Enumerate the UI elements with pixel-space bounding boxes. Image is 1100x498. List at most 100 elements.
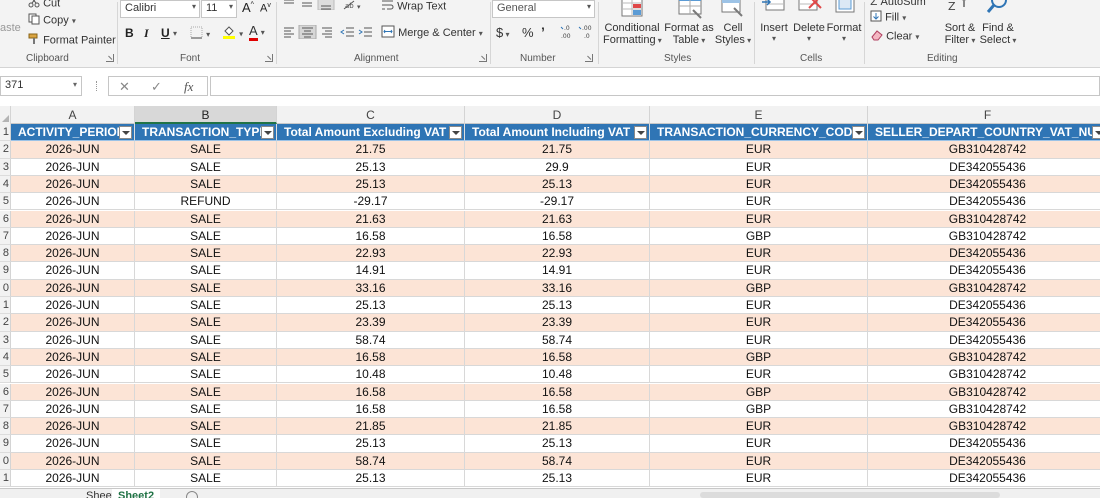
cell-a[interactable]: 2026-JUN: [11, 158, 135, 176]
filter-dropdown-icon[interactable]: [634, 126, 647, 139]
cell-d[interactable]: 25.13: [465, 175, 650, 194]
cell-e[interactable]: EUR: [650, 158, 868, 176]
cell-e[interactable]: EUR: [650, 366, 868, 384]
cell-a[interactable]: 2026-JUN: [11, 193, 135, 211]
cell-a[interactable]: 2026-JUN: [11, 418, 135, 436]
align-top-buttons[interactable]: [282, 0, 336, 13]
cell-c[interactable]: 25.13: [277, 435, 465, 453]
cell-c[interactable]: 16.58: [277, 400, 465, 419]
cell-f[interactable]: DE342055436: [868, 158, 1100, 176]
row-header[interactable]: 9: [0, 435, 11, 453]
row-header[interactable]: 5: [0, 193, 11, 211]
cell-a[interactable]: 2026-JUN: [11, 331, 135, 349]
cell-d[interactable]: 16.58: [465, 227, 650, 246]
find-select-button[interactable]: Find & Select ▾: [978, 22, 1018, 46]
cell-e[interactable]: GBP: [650, 383, 868, 401]
underline-button[interactable]: U: [161, 26, 170, 40]
cell-e[interactable]: EUR: [650, 470, 868, 488]
currency-button[interactable]: $ ▾: [496, 25, 509, 40]
row-header[interactable]: 3: [0, 158, 11, 176]
paste-button[interactable]: aste: [0, 22, 21, 34]
column-header-c[interactable]: C: [277, 106, 465, 124]
header-cell-f[interactable]: SELLER_DEPART_COUNTRY_VAT_NUMBER: [868, 124, 1100, 142]
cell-f[interactable]: GB310428742: [868, 210, 1100, 228]
cell-b[interactable]: SALE: [135, 470, 277, 488]
cell-f[interactable]: DE342055436: [868, 314, 1100, 332]
font-size-combo[interactable]: 11 ▾: [201, 0, 237, 18]
cell-f[interactable]: GB310428742: [868, 418, 1100, 436]
format-as-table-button[interactable]: Format as Table ▾: [663, 22, 715, 46]
row-header[interactable]: 1: [0, 297, 11, 315]
cell-d[interactable]: 25.13: [465, 470, 650, 488]
cell-e[interactable]: EUR: [650, 452, 868, 470]
cell-d[interactable]: 16.58: [465, 348, 650, 367]
cell-c[interactable]: 10.48: [277, 366, 465, 384]
fill-color-button[interactable]: ▾: [222, 25, 243, 42]
conditional-formatting-button[interactable]: Conditional Formatting ▾: [603, 22, 662, 46]
orientation-button[interactable]: ab ▾: [342, 0, 364, 14]
cell-e[interactable]: EUR: [650, 331, 868, 349]
header-cell-a[interactable]: ACTIVITY_PERIOD: [11, 124, 135, 142]
copy-button[interactable]: Copy ▾: [28, 13, 76, 28]
insert-function-button[interactable]: fx: [184, 79, 193, 95]
cell-b[interactable]: SALE: [135, 366, 277, 384]
cell-d[interactable]: 58.74: [465, 331, 650, 349]
cell-b[interactable]: SALE: [135, 210, 277, 228]
filter-dropdown-icon[interactable]: [119, 126, 132, 139]
cell-a[interactable]: 2026-JUN: [11, 435, 135, 453]
cell-styles-button[interactable]: Cell Styles ▾: [713, 22, 753, 46]
cell-e[interactable]: EUR: [650, 435, 868, 453]
format-button[interactable]: Format ▾: [826, 22, 862, 43]
cell-e[interactable]: EUR: [650, 245, 868, 263]
cell-c[interactable]: 21.63: [277, 210, 465, 228]
cancel-icon[interactable]: ✕: [119, 79, 130, 95]
sheet-tab-sheet2[interactable]: Sheet2: [112, 489, 161, 498]
number-format-combo[interactable]: General ▾: [492, 0, 595, 18]
cell-c[interactable]: 16.58: [277, 383, 465, 401]
cell-b[interactable]: SALE: [135, 331, 277, 349]
cell-b[interactable]: SALE: [135, 348, 277, 367]
borders-button[interactable]: ▾: [190, 26, 210, 42]
cell-e[interactable]: EUR: [650, 141, 868, 159]
column-header-d[interactable]: D: [465, 106, 650, 124]
cell-d[interactable]: 25.13: [465, 297, 650, 315]
horizontal-scrollbar[interactable]: [700, 492, 1000, 498]
select-all-button[interactable]: [0, 106, 11, 124]
cell-d[interactable]: 29.9: [465, 158, 650, 176]
filter-dropdown-icon[interactable]: [1092, 126, 1100, 139]
row-header[interactable]: 6: [0, 383, 11, 401]
cell-f[interactable]: GB310428742: [868, 383, 1100, 401]
name-box[interactable]: 371 ▾: [0, 76, 82, 96]
cell-b[interactable]: REFUND: [135, 193, 277, 211]
font-launcher-icon[interactable]: [265, 54, 273, 62]
clipboard-launcher-icon[interactable]: [106, 54, 114, 62]
cell-d[interactable]: 22.93: [465, 245, 650, 263]
cell-d[interactable]: 10.48: [465, 366, 650, 384]
font-name-combo[interactable]: Calibri ▾: [120, 0, 200, 18]
align-left-buttons[interactable]: [282, 24, 336, 42]
italic-button[interactable]: I: [144, 26, 149, 41]
cell-d[interactable]: 25.13: [465, 435, 650, 453]
cell-f[interactable]: GB310428742: [868, 227, 1100, 246]
cell-c[interactable]: 16.58: [277, 348, 465, 367]
merge-center-button[interactable]: Merge & Center ▾: [381, 25, 483, 41]
cell-a[interactable]: 2026-JUN: [11, 470, 135, 488]
spreadsheet-grid[interactable]: ABCDEF 1 ACTIVITY_PERIOD TRANSACTION_TYPE T…: [0, 106, 1100, 488]
formula-input[interactable]: [210, 76, 1100, 96]
row-header[interactable]: 0: [0, 452, 11, 470]
wrap-text-button[interactable]: Wrap Text: [381, 0, 446, 14]
sort-filter-button[interactable]: Sort & Filter ▾: [942, 22, 978, 46]
cell-c[interactable]: 21.85: [277, 418, 465, 436]
clear-button[interactable]: Clear ▾: [870, 29, 919, 44]
row-header[interactable]: 0: [0, 279, 11, 297]
cell-d[interactable]: 33.16: [465, 279, 650, 297]
cell-a[interactable]: 2026-JUN: [11, 297, 135, 315]
alignment-launcher-icon[interactable]: [479, 54, 487, 62]
chevron-down-icon[interactable]: ▾: [173, 29, 177, 38]
cell-d[interactable]: 16.58: [465, 400, 650, 419]
cell-b[interactable]: SALE: [135, 400, 277, 419]
cell-a[interactable]: 2026-JUN: [11, 366, 135, 384]
cell-d[interactable]: 23.39: [465, 314, 650, 332]
cell-a[interactable]: 2026-JUN: [11, 279, 135, 297]
cell-a[interactable]: 2026-JUN: [11, 383, 135, 401]
